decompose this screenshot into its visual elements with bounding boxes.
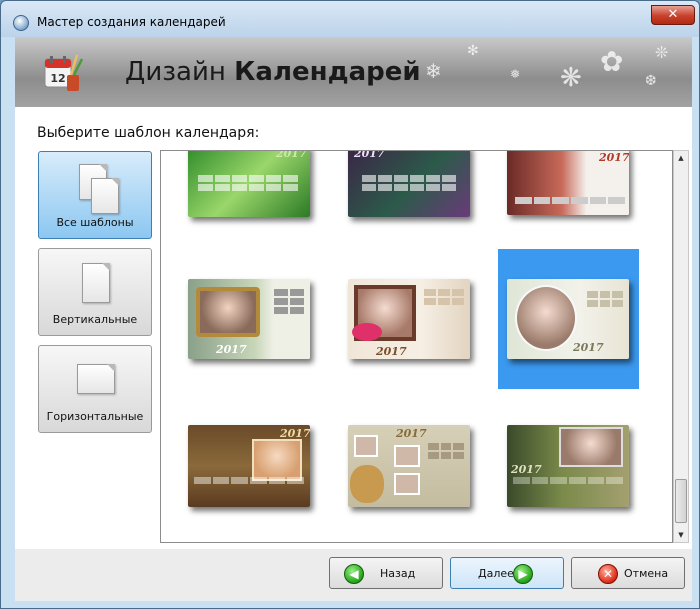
cancel-button[interactable]: ✕ Отмена xyxy=(571,557,685,589)
category-vertical[interactable]: Вертикальные xyxy=(38,248,152,336)
template-thumbnail[interactable]: 2017 xyxy=(188,150,310,217)
landscape-page-icon xyxy=(77,364,115,394)
template-year: 2017 xyxy=(573,341,604,354)
cancel-button-label: Отмена xyxy=(624,567,669,580)
template-year: 2017 xyxy=(376,345,407,358)
title-bar: Мастер создания календарей ✕ xyxy=(1,1,699,37)
scrollbar-thumb[interactable] xyxy=(675,479,687,523)
wizard-header: 12 Дизайн Календарей ❄ ✻ ❅ ❋ ✿ ❆ ❊ xyxy=(15,37,692,107)
template-year: 2017 xyxy=(216,343,247,356)
template-thumbnail[interactable]: 2017 xyxy=(348,150,470,217)
template-prompt: Выберите шаблон календаря: xyxy=(37,125,260,141)
close-button[interactable]: ✕ xyxy=(651,5,695,25)
wizard-window: Мастер создания календарей ✕ 12 Дизайн К… xyxy=(0,0,700,609)
category-label: Горизонтальные xyxy=(46,410,144,423)
template-year: 2017 xyxy=(276,150,307,160)
calendar-icon-day: 12 xyxy=(50,72,65,85)
category-label: Вертикальные xyxy=(52,313,138,326)
template-year: 2017 xyxy=(354,150,385,160)
snowflake-icon: ❅ xyxy=(510,67,521,81)
snowflake-icon: ✿ xyxy=(600,45,624,78)
template-year: 2017 xyxy=(511,463,542,476)
template-year: 2017 xyxy=(599,151,629,164)
category-horizontal[interactable]: Горизонтальные xyxy=(38,345,152,433)
cancel-x-icon: ✕ xyxy=(598,564,618,584)
template-thumbnail-selected[interactable]: 2017 xyxy=(507,279,629,359)
wizard-content: Выберите шаблон календаря: Все шаблоны В… xyxy=(15,107,692,549)
wizard-footer: ◀ Назад Далее ▶ ✕ Отмена xyxy=(15,549,692,601)
snowflake-icon: ❊ xyxy=(655,43,669,62)
template-year: 2017 xyxy=(396,427,427,440)
next-arrow-icon: ▶ xyxy=(513,564,533,584)
header-title-bold: Календарей xyxy=(234,57,421,87)
snowflake-icon: ✻ xyxy=(467,43,479,59)
category-label: Все шаблоны xyxy=(56,216,134,229)
scroll-down-arrow-icon[interactable]: ▼ xyxy=(674,528,688,542)
snowflake-icon: ❋ xyxy=(560,63,582,93)
next-button-label: Далее xyxy=(478,567,514,580)
template-gallery: 2017 2017 2017 2017 2017 2017 2017 2017 … xyxy=(160,150,673,543)
category-all-templates[interactable]: Все шаблоны xyxy=(38,151,152,239)
header-title: Дизайн Календарей xyxy=(125,57,421,87)
snowflake-icon: ❄ xyxy=(425,59,442,83)
header-title-normal: Дизайн xyxy=(125,57,235,87)
portrait-page-icon xyxy=(82,263,110,303)
back-button[interactable]: ◀ Назад xyxy=(329,557,443,589)
window-title: Мастер создания календарей xyxy=(37,15,226,29)
back-button-label: Назад xyxy=(380,567,416,580)
template-thumbnail[interactable]: 2017 xyxy=(188,425,310,507)
document-front-icon xyxy=(91,178,119,214)
back-arrow-icon: ◀ xyxy=(344,564,364,584)
gallery-scrollbar[interactable]: ▲ ▼ xyxy=(673,150,689,543)
next-button[interactable]: Далее ▶ xyxy=(450,557,564,589)
calendar-with-brushes-icon: 12 xyxy=(44,54,84,91)
template-thumbnail[interactable]: 2017 xyxy=(507,151,629,215)
close-icon: ✕ xyxy=(667,7,679,22)
template-thumbnail[interactable]: 2017 xyxy=(348,425,470,507)
template-thumbnail[interactable]: 2017 xyxy=(507,425,629,507)
app-icon xyxy=(13,15,29,31)
snowflake-icon: ❆ xyxy=(645,73,657,89)
scroll-up-arrow-icon[interactable]: ▲ xyxy=(674,151,688,165)
template-thumbnail[interactable]: 2017 xyxy=(188,279,310,359)
template-thumbnail[interactable]: 2017 xyxy=(348,279,470,359)
